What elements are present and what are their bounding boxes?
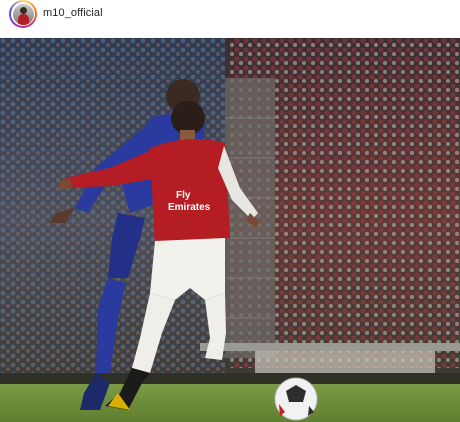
post-username[interactable]: m10_official (43, 7, 103, 19)
football (274, 377, 318, 421)
svg-text:Emirates: Emirates (168, 202, 211, 213)
shirt-sponsor-text: Fly (176, 190, 191, 201)
avatar-image (12, 3, 34, 25)
post-header: m10_official (0, 0, 460, 36)
avatar-border (11, 2, 35, 26)
avatar[interactable] (9, 0, 37, 28)
post-photo[interactable]: Fly Emirates (0, 38, 460, 422)
football-photo-illustration: Fly Emirates (0, 38, 460, 422)
